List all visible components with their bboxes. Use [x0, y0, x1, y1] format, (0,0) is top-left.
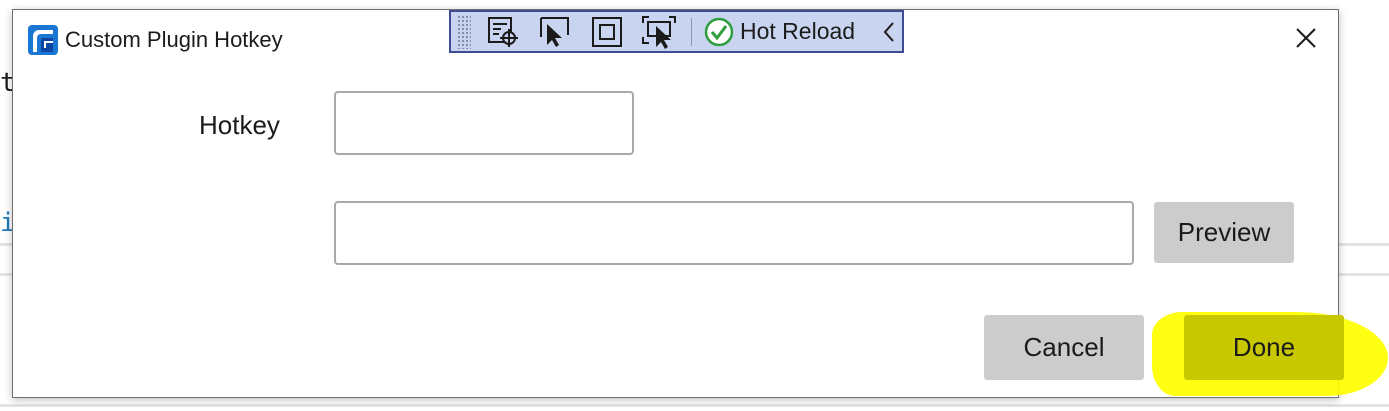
- track-focus-button[interactable]: [639, 14, 679, 50]
- xaml-debug-toolbar: Hot Reload: [449, 10, 904, 53]
- grip-icon[interactable]: [457, 14, 471, 49]
- done-button[interactable]: Done: [1184, 315, 1344, 380]
- hotkey-label: Hotkey: [199, 110, 280, 140]
- track-focus-icon: [642, 15, 676, 49]
- layout-adorners-button[interactable]: [587, 14, 627, 50]
- hot-reload-check-icon[interactable]: [704, 17, 734, 47]
- app-icon: [28, 25, 58, 55]
- layout-adorner-icon: [592, 16, 622, 47]
- hotkey-input[interactable]: [334, 91, 634, 155]
- toolbar-separator: [691, 17, 692, 46]
- preview-button[interactable]: Preview: [1154, 202, 1294, 263]
- select-pointer-button[interactable]: [535, 14, 575, 50]
- select-element-button[interactable]: [483, 14, 523, 50]
- preview-text-input[interactable]: [334, 201, 1134, 265]
- cancel-button[interactable]: Cancel: [984, 315, 1144, 380]
- chevron-left-icon[interactable]: [879, 19, 899, 45]
- custom-plugin-hotkey-dialog: Custom Plugin Hotkey Hotkey Preview Canc…: [12, 9, 1344, 398]
- select-element-icon: [488, 16, 518, 47]
- close-icon[interactable]: [1292, 24, 1320, 52]
- select-pointer-icon: [540, 16, 569, 47]
- editor-divider: [0, 404, 1389, 407]
- dialog-title: Custom Plugin Hotkey: [65, 27, 283, 52]
- hot-reload-label[interactable]: Hot Reload: [740, 18, 855, 45]
